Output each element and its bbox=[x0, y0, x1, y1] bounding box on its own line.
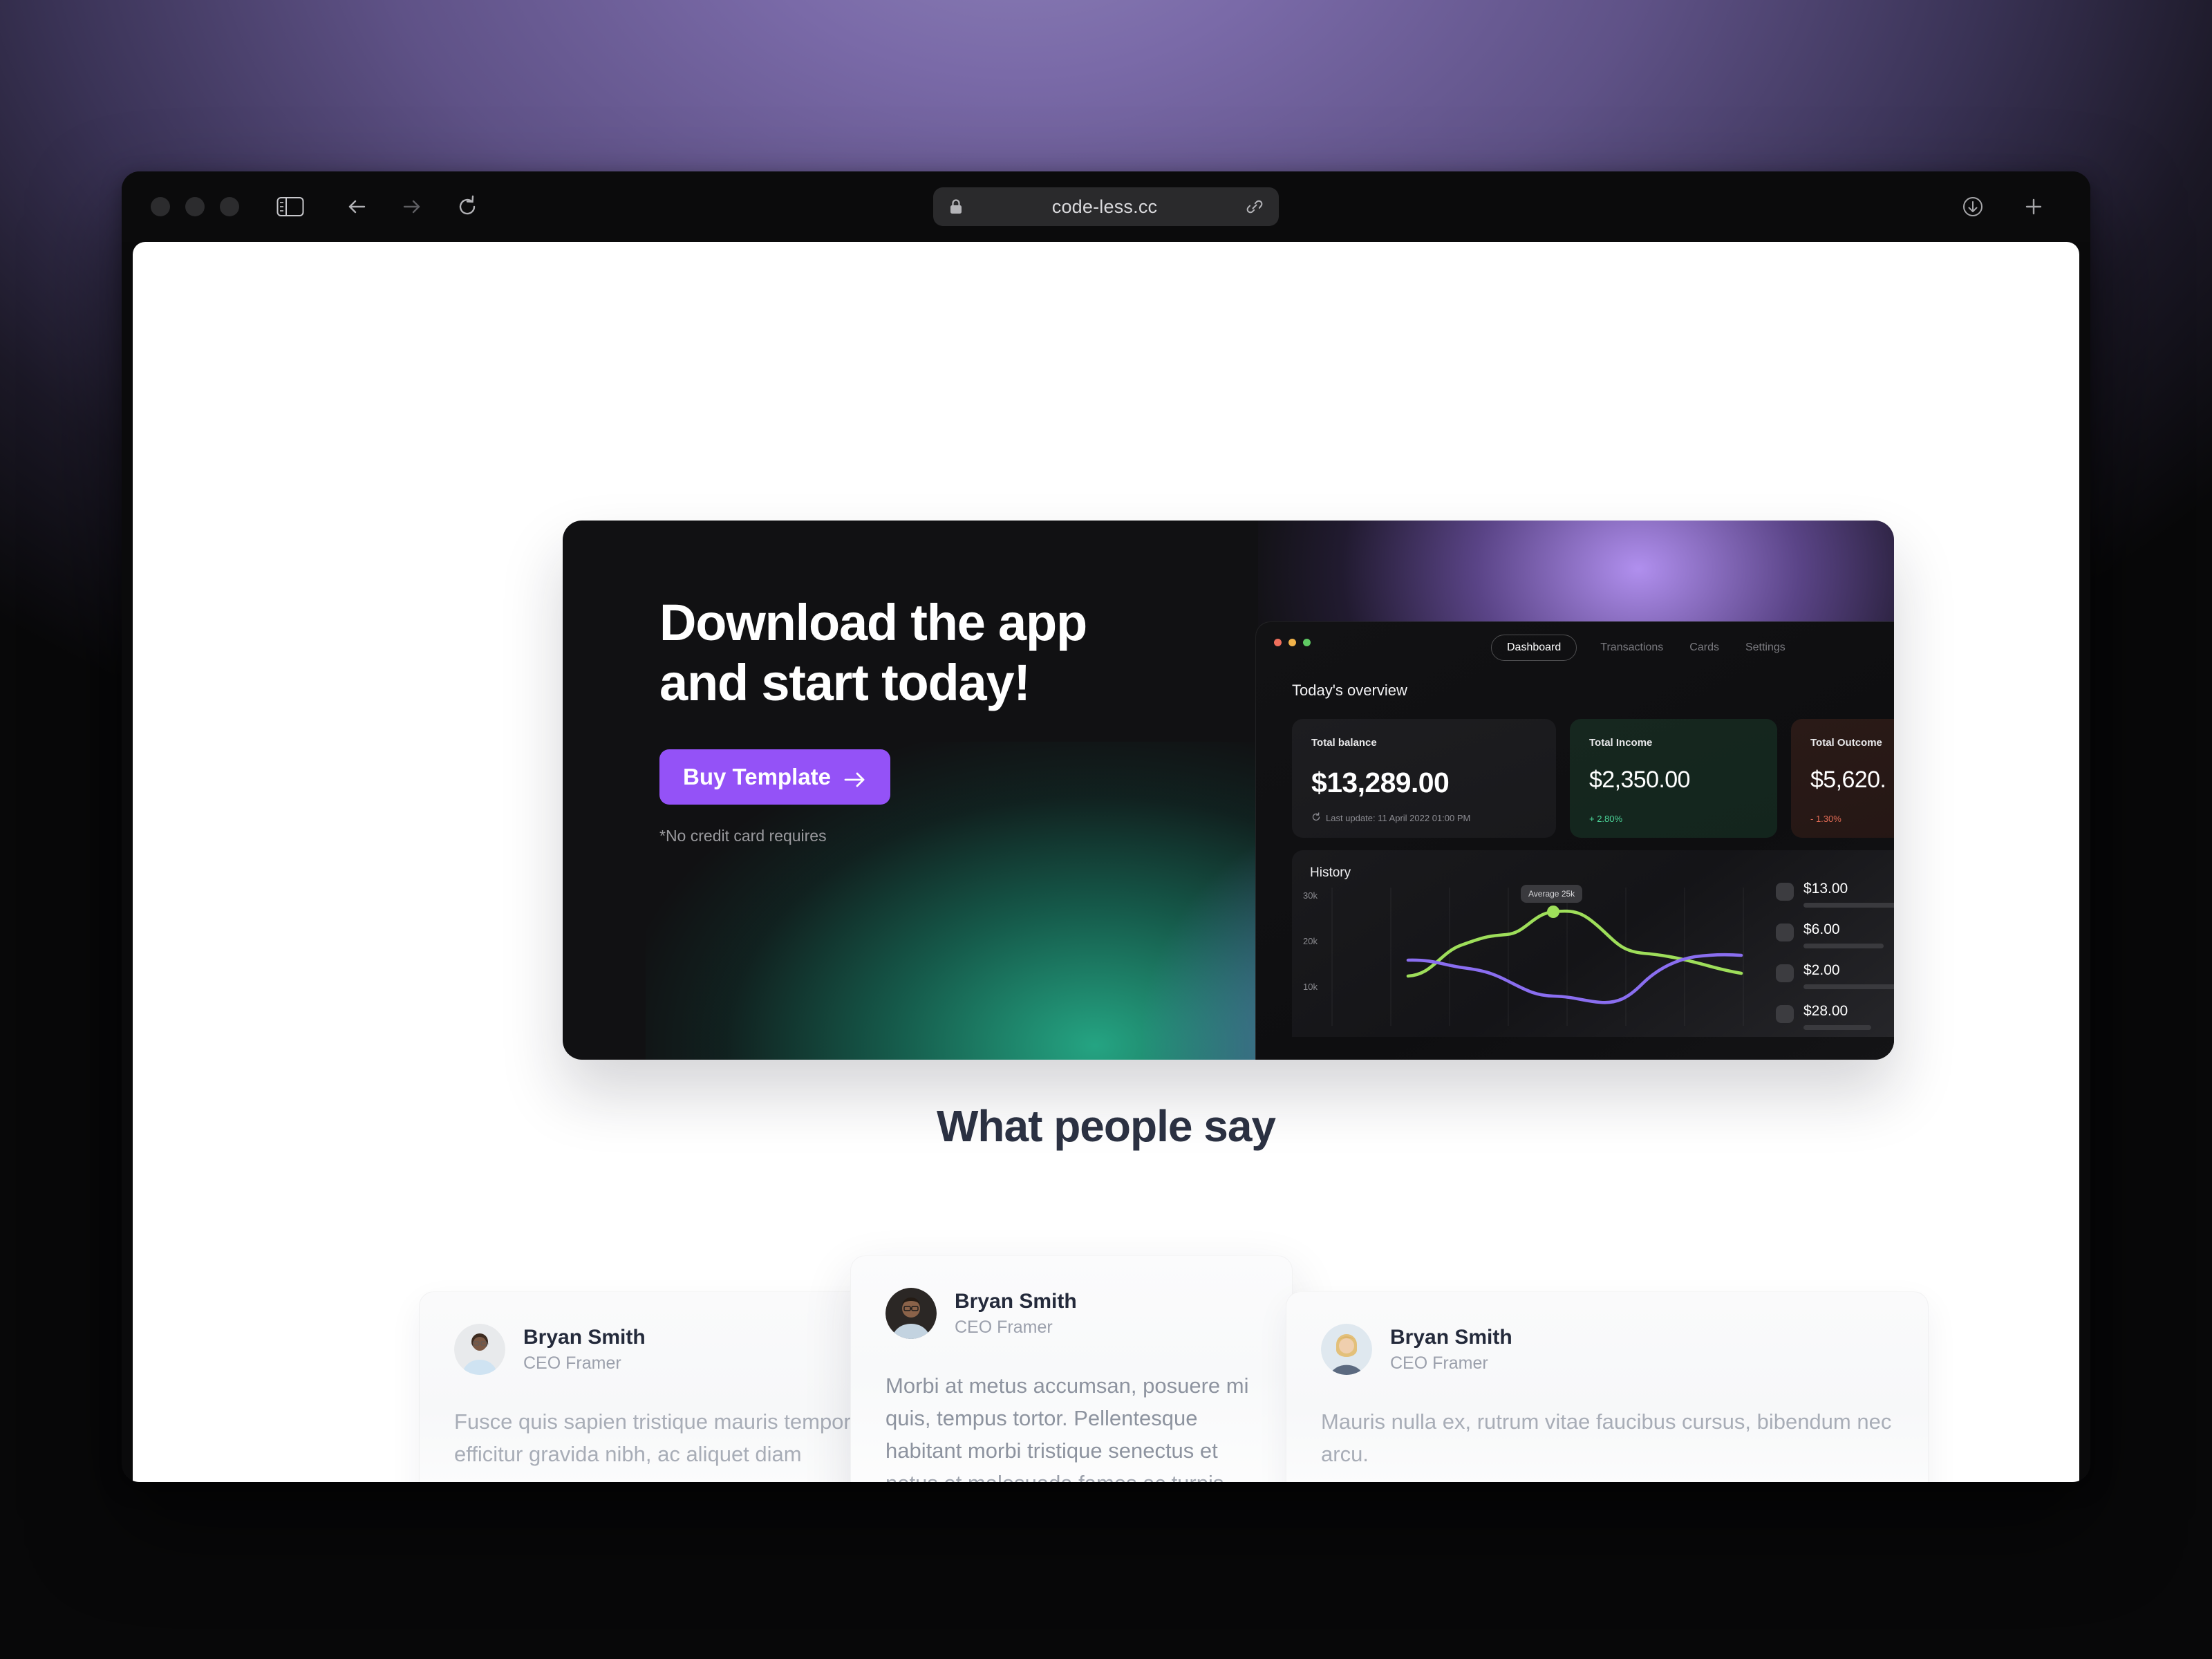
testimonial-role: CEO Framer bbox=[1390, 1353, 1488, 1373]
hero-card: Download the app and start today! Buy Te… bbox=[563, 521, 1894, 1060]
link-icon[interactable] bbox=[1246, 198, 1264, 216]
browser-window: code-less.cc Download the app and start … bbox=[122, 171, 2090, 1482]
toolbar-right-actions bbox=[1959, 193, 2047, 221]
stat-card-total-income: Total Income $2,350.00 + 2.80% bbox=[1570, 719, 1777, 838]
testimonials-section: Bryan Smith CEO Framer Fusce quis sapien… bbox=[133, 1255, 2079, 1482]
testimonial-role: CEO Framer bbox=[955, 1317, 1053, 1337]
transaction-skeleton-bar bbox=[1803, 903, 1894, 908]
back-arrow-icon[interactable] bbox=[344, 194, 369, 219]
browser-toolbar: code-less.cc bbox=[122, 171, 2090, 242]
history-chart: 30k 20k 10k Average 25k bbox=[1303, 885, 1745, 1033]
maximize-window-button[interactable] bbox=[220, 197, 239, 216]
stat-value: $13,289.00 bbox=[1311, 767, 1450, 798]
stat-last-update: Last update: 11 April 2022 01:00 PM bbox=[1311, 812, 1470, 824]
testimonial-header: Bryan Smith CEO Framer bbox=[851, 1256, 1292, 1339]
chart-peak-point bbox=[1547, 906, 1559, 918]
forward-arrow-icon[interactable] bbox=[400, 194, 424, 219]
lock-icon bbox=[948, 198, 964, 215]
testimonial-name: Bryan Smith bbox=[523, 1326, 646, 1349]
tab-cards[interactable]: Cards bbox=[1687, 635, 1722, 660]
address-bar[interactable]: code-less.cc bbox=[933, 187, 1279, 226]
minimize-window-button[interactable] bbox=[185, 197, 205, 216]
list-item[interactable]: $2.00 bbox=[1776, 962, 1894, 990]
stat-label: Total Outcome bbox=[1810, 737, 1882, 749]
testimonial-quote: Mauris nulla ex, rutrum vitae faucibus c… bbox=[1321, 1409, 1892, 1467]
stat-trend: - 1.30% bbox=[1810, 814, 1841, 824]
testimonial-quote: Morbi at metus accumsan, posuere mi quis… bbox=[885, 1374, 1249, 1482]
navigation-buttons bbox=[344, 194, 480, 219]
transaction-amount: $13.00 bbox=[1803, 881, 1848, 897]
transaction-amount: $6.00 bbox=[1803, 921, 1840, 938]
y-tick-10k: 10k bbox=[1303, 982, 1318, 992]
tab-transactions[interactable]: Transactions bbox=[1597, 635, 1666, 660]
fade-overlay bbox=[1286, 1470, 1928, 1482]
mockup-traffic-lights bbox=[1274, 639, 1311, 646]
list-item[interactable]: $28.00 bbox=[1776, 1003, 1894, 1031]
transaction-amount: $2.00 bbox=[1803, 962, 1840, 979]
sidebar-icon[interactable] bbox=[276, 196, 304, 218]
transaction-amount: $28.00 bbox=[1803, 1003, 1848, 1020]
stat-card-total-outcome: Total Outcome $5,620. - 1.30% bbox=[1791, 719, 1894, 838]
testimonial-name: Bryan Smith bbox=[955, 1290, 1077, 1313]
stat-card-total-balance: Total balance $13,289.00 Last update: 11… bbox=[1292, 719, 1556, 838]
testimonial-header: Bryan Smith CEO Framer bbox=[1286, 1292, 1928, 1375]
stat-value: $2,350.00 bbox=[1589, 767, 1690, 793]
tab-dashboard[interactable]: Dashboard bbox=[1491, 635, 1577, 661]
y-tick-20k: 20k bbox=[1303, 936, 1318, 946]
transaction-icon bbox=[1776, 1005, 1794, 1024]
avatar bbox=[1321, 1324, 1372, 1375]
transaction-skeleton-bar bbox=[1803, 1025, 1871, 1031]
y-tick-30k: 30k bbox=[1303, 890, 1318, 901]
transaction-skeleton-bar bbox=[1803, 984, 1894, 990]
url-text: code-less.cc bbox=[1051, 196, 1158, 217]
mockup-maximize-dot bbox=[1303, 639, 1311, 646]
reload-icon[interactable] bbox=[455, 194, 480, 219]
testimonial-role: CEO Framer bbox=[523, 1353, 621, 1373]
plus-icon[interactable] bbox=[2020, 193, 2047, 221]
buy-template-label: Buy Template bbox=[683, 763, 831, 789]
history-panel: History 30k 20k 10k Average 25k $13.00 $… bbox=[1292, 850, 1894, 1037]
stat-trend: + 2.80% bbox=[1589, 814, 1623, 824]
avatar bbox=[454, 1324, 505, 1375]
transaction-icon bbox=[1776, 924, 1794, 942]
page-title: What people say bbox=[937, 1101, 1276, 1151]
list-item[interactable]: $13.00 bbox=[1776, 881, 1894, 908]
dashboard-tabs: Dashboard Transactions Cards Settings bbox=[1491, 635, 1788, 661]
refresh-icon bbox=[1311, 812, 1321, 824]
arrow-right-icon bbox=[843, 768, 867, 787]
history-title: History bbox=[1310, 865, 1351, 880]
page-content: Download the app and start today! Buy Te… bbox=[133, 242, 2079, 1482]
stat-value: $5,620. bbox=[1810, 767, 1886, 793]
chart-tooltip: Average 25k bbox=[1521, 885, 1583, 903]
transaction-skeleton-bar bbox=[1803, 944, 1884, 949]
testimonial-card-center: Bryan Smith CEO Framer Morbi at metus ac… bbox=[850, 1255, 1293, 1482]
stat-label: Total balance bbox=[1311, 737, 1377, 749]
stat-sub-text: Last update: 11 April 2022 01:00 PM bbox=[1326, 813, 1471, 823]
buy-template-button[interactable]: Buy Template bbox=[659, 749, 890, 805]
transaction-icon bbox=[1776, 964, 1794, 983]
tab-settings[interactable]: Settings bbox=[1743, 635, 1788, 660]
transaction-icon bbox=[1776, 883, 1794, 901]
list-item[interactable]: $6.00 bbox=[1776, 921, 1894, 949]
avatar bbox=[885, 1288, 937, 1339]
chart-svg bbox=[1331, 888, 1744, 1026]
overview-heading: Today's overview bbox=[1292, 682, 1407, 699]
download-icon[interactable] bbox=[1959, 193, 1987, 221]
mockup-close-dot bbox=[1274, 639, 1282, 646]
stat-cards: Total balance $13,289.00 Last update: 11… bbox=[1292, 719, 1894, 838]
stat-label: Total Income bbox=[1589, 737, 1653, 749]
dashboard-mockup: Dashboard Transactions Cards Settings To… bbox=[1255, 621, 1894, 1060]
mockup-minimize-dot bbox=[1288, 639, 1296, 646]
close-window-button[interactable] bbox=[151, 197, 170, 216]
transaction-list: $13.00 $6.00 $2.00 $28.00 bbox=[1776, 881, 1894, 1037]
testimonial-name: Bryan Smith bbox=[1390, 1326, 1512, 1349]
testimonial-card-right: Bryan Smith CEO Framer Mauris nulla ex, … bbox=[1286, 1291, 1929, 1482]
traffic-lights bbox=[151, 197, 239, 216]
